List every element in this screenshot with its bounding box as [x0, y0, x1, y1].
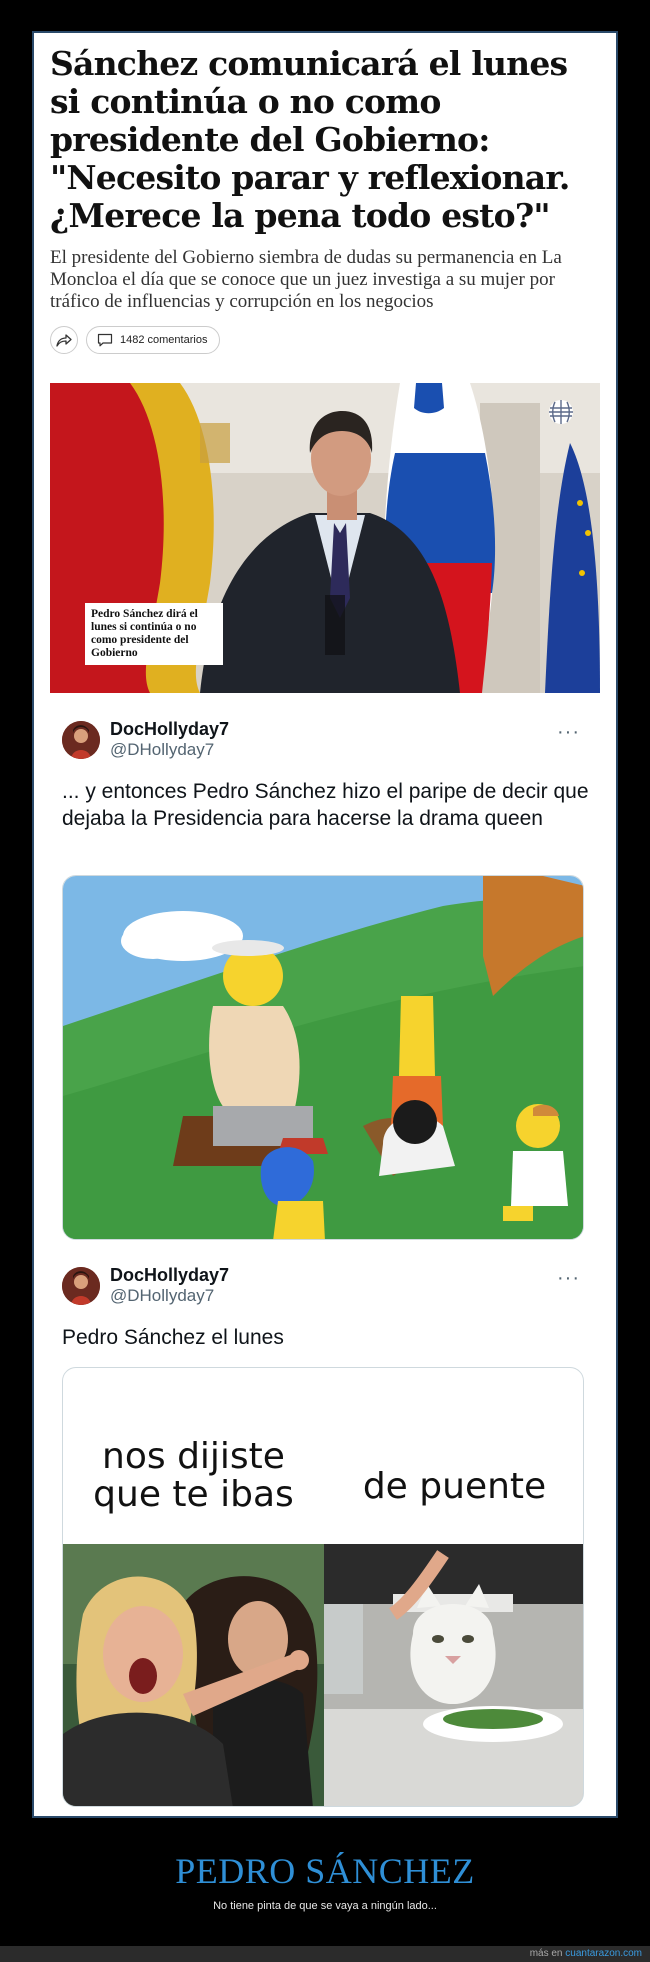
- simpsons-scene-illustration: [63, 876, 583, 1239]
- bottom-bar: más en cuantarazon.com: [0, 1946, 650, 1962]
- tweet-card: DocHollyday7 @DHollyday7 ··· Pedro Sánch…: [62, 1265, 590, 1351]
- woman-yelling-at-cat-illustration: [63, 1544, 583, 1806]
- site-credit: más en cuantarazon.com: [530, 1948, 642, 1959]
- display-name[interactable]: DocHollyday7: [110, 1265, 229, 1286]
- avatar[interactable]: [62, 1266, 100, 1305]
- tweet-card: DocHollyday7 @DHollyday7 ··· ... y enton…: [62, 719, 590, 832]
- user-handle[interactable]: @DHollyday7: [110, 1286, 229, 1306]
- share-button[interactable]: [50, 326, 78, 354]
- credit-prefix: más en: [529, 1948, 563, 1959]
- newspaper-logo-icon: [548, 399, 574, 425]
- footer-subtitle: No tiene pinta de que se vaya a ningún l…: [213, 1900, 437, 1912]
- tweet-header: DocHollyday7 @DHollyday7 ···: [62, 1265, 590, 1306]
- meme-left-text: nos dijiste que te ibas: [93, 1436, 294, 1515]
- article-headline: Sánchez comunicará el lunes si continúa …: [50, 44, 570, 235]
- user-handle[interactable]: @DHollyday7: [110, 740, 229, 760]
- article-header: Sánchez comunicará el lunes si continúa …: [50, 45, 600, 354]
- tweet-text: Pedro Sánchez el lunes: [62, 1326, 284, 1349]
- tweet-image-simpsons[interactable]: [62, 875, 584, 1240]
- tweet-text: ... y entonces Pedro Sánchez hizo el par…: [62, 780, 589, 830]
- site-link[interactable]: cuantarazon.com: [565, 1948, 642, 1959]
- display-name[interactable]: DocHollyday7: [110, 719, 229, 740]
- more-options-icon[interactable]: ···: [557, 721, 580, 744]
- footer-title: PEDRO SÁNCHEZ: [175, 1851, 475, 1891]
- tweet-header: DocHollyday7 @DHollyday7 ···: [62, 719, 590, 760]
- avatar[interactable]: [62, 720, 100, 759]
- article-photo[interactable]: Pedro Sánchez dirá el lunes si continúa …: [50, 383, 600, 693]
- tweet-author: DocHollyday7 @DHollyday7: [110, 1265, 229, 1306]
- post-frame: Sánchez comunicará el lunes si continúa …: [32, 31, 618, 1818]
- comments-button[interactable]: 1482 comentarios: [86, 326, 221, 354]
- article-lede: El presidente del Gobierno siembra de du…: [50, 247, 562, 312]
- comments-count: 1482 comentarios: [120, 334, 208, 346]
- more-options-icon[interactable]: ···: [557, 1267, 580, 1290]
- meme-right-text: de puente: [362, 1466, 547, 1507]
- share-icon: [56, 334, 72, 347]
- photo-caption: Pedro Sánchez dirá el lunes si continúa …: [85, 603, 223, 665]
- article-actions: 1482 comentarios: [50, 326, 600, 354]
- comment-icon: [97, 333, 113, 347]
- tweet-image-meme[interactable]: nos dijiste que te ibas de puente: [62, 1367, 584, 1807]
- tweet-author: DocHollyday7 @DHollyday7: [110, 719, 229, 760]
